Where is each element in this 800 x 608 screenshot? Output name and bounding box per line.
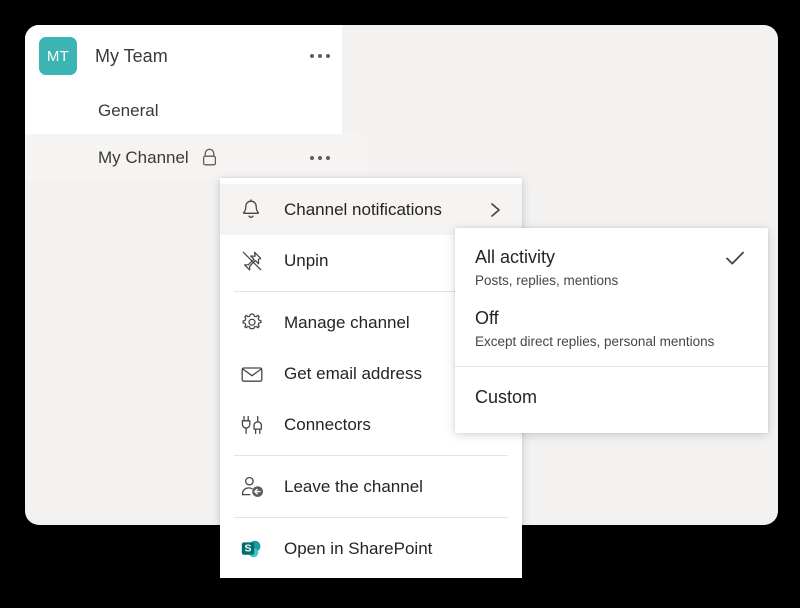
submenu-option-custom[interactable]: Custom [455,371,768,425]
channel-notifications-submenu: All activity Posts, replies, mentions Of… [455,228,768,433]
menu-item-label: Unpin [284,250,329,270]
gear-icon [240,311,270,335]
menu-item-leave-the-channel[interactable]: Leave the channel [220,461,522,512]
menu-item-label: Leave the channel [284,476,423,496]
submenu-divider [455,366,768,367]
channel-name-my-channel: My Channel [98,147,189,167]
submenu-option-title: All activity [475,247,556,267]
channel-rail: MT My Team General My Channel [25,25,367,181]
channel-more-options-button[interactable] [310,155,330,160]
menu-item-label: Channel notifications [284,199,442,219]
pin-off-icon [240,249,270,273]
sharepoint-icon: S [240,537,270,561]
submenu-option-off[interactable]: Off Except direct replies, personal ment… [455,299,768,360]
team-row[interactable]: MT My Team [25,25,342,87]
leave-channel-icon [240,475,270,499]
submenu-option-subtitle: Except direct replies, personal mentions [475,334,715,349]
submenu-option-subtitle: Posts, replies, mentions [475,273,619,288]
chevron-right-icon [488,200,502,220]
menu-item-label: Connectors [284,414,371,434]
connectors-icon [240,413,270,437]
svg-text:S: S [244,542,251,554]
menu-item-open-in-sharepoint[interactable]: S Open in SharePoint [220,523,522,574]
checkmark-icon [724,248,746,268]
bell-icon [240,198,270,222]
menu-item-label: Open in SharePoint [284,538,433,558]
menu-divider [234,455,508,456]
menu-item-label: Get email address [284,363,422,383]
envelope-icon [240,363,270,385]
team-name: My Team [95,45,168,66]
submenu-option-title: Off [475,308,499,328]
lock-icon [201,148,218,167]
submenu-option-title: Custom [475,387,538,407]
team-more-options-button[interactable] [310,54,330,58]
sidebar-item-my-channel[interactable]: My Channel [25,134,367,181]
channel-name-general: General [98,100,159,120]
menu-item-label: Manage channel [284,312,410,332]
avatar: MT [39,37,77,75]
sidebar-item-general[interactable]: General [25,87,342,134]
submenu-option-all-activity[interactable]: All activity Posts, replies, mentions [455,238,768,299]
menu-divider [234,517,508,518]
screen-root: MT My Team General My Channel Channel no… [0,0,800,608]
